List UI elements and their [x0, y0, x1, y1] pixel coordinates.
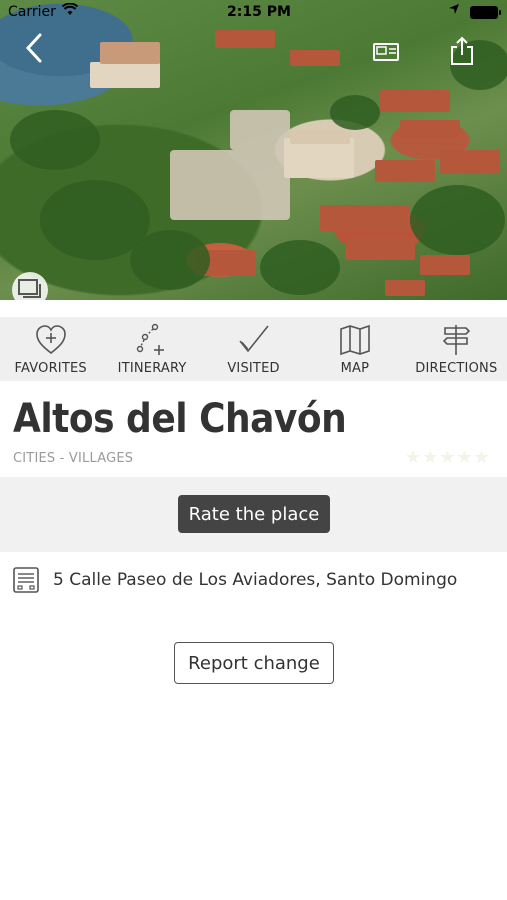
clock: 2:15 PM	[227, 4, 291, 20]
visited-action[interactable]: VISITED	[203, 317, 304, 381]
battery-icon	[470, 6, 501, 19]
photos-stack-icon	[18, 279, 41, 298]
postcard-button[interactable]	[370, 38, 404, 66]
share-button[interactable]	[445, 34, 479, 68]
directions-label: DIRECTIONS	[415, 361, 498, 376]
rate-place-button[interactable]: Rate the place	[178, 495, 330, 533]
map-label: MAP	[340, 361, 370, 376]
page-title: Altos del Chavón	[13, 396, 347, 442]
place-photo[interactable]	[0, 0, 507, 300]
location-arrow-icon	[448, 3, 460, 18]
address-card-icon	[13, 567, 39, 593]
report-change-button[interactable]: Report change	[174, 642, 334, 684]
action-bar: FAVORITES ITINERARY VISITED MAP DIRECTIO…	[0, 317, 507, 381]
signpost-icon	[443, 325, 471, 355]
chevron-left-icon	[25, 33, 42, 63]
map-action[interactable]: MAP	[304, 317, 405, 381]
carrier-label: Carrier	[8, 4, 56, 20]
wifi-icon	[61, 2, 79, 20]
category-label: CITIES - VILLAGES	[13, 451, 134, 466]
visited-label: VISITED	[227, 361, 280, 376]
favorites-label: FAVORITES	[14, 361, 87, 376]
directions-action[interactable]: DIRECTIONS	[406, 317, 507, 381]
back-button[interactable]	[18, 30, 50, 66]
postcard-icon	[373, 43, 399, 61]
itinerary-label: ITINERARY	[117, 361, 187, 376]
address-row[interactable]: 5 Calle Paseo de Los Aviadores, Santo Do…	[12, 565, 492, 595]
status-bar: Carrier 2:15 PM	[0, 0, 507, 26]
favorites-action[interactable]: FAVORITES	[0, 317, 101, 381]
checkmark-icon	[238, 325, 269, 353]
heart-plus-icon	[35, 325, 66, 355]
itinerary-action[interactable]: ITINERARY	[101, 317, 202, 381]
map-icon	[340, 324, 370, 356]
address-text: 5 Calle Paseo de Los Aviadores, Santo Do…	[53, 570, 458, 590]
photos-button[interactable]	[12, 272, 48, 308]
route-plus-icon	[136, 323, 165, 355]
rating-stars: ★★★★★	[405, 447, 491, 468]
share-icon	[451, 36, 473, 65]
